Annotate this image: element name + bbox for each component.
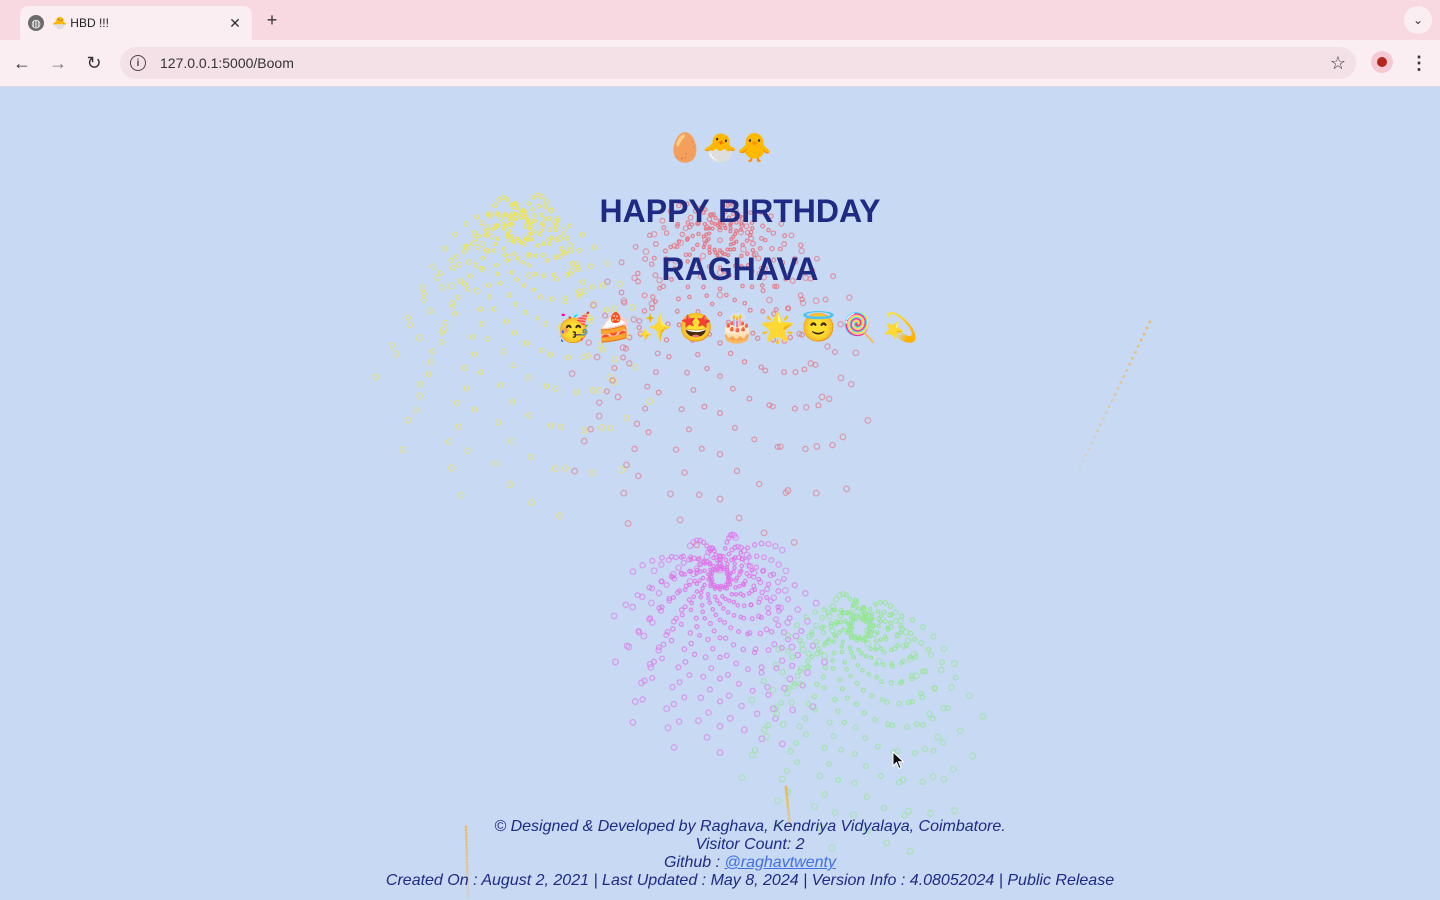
reload-icon[interactable]: ↻ xyxy=(82,51,106,75)
plus-icon[interactable]: + xyxy=(262,10,282,30)
footer: © Designed & Developed by Raghava, Kendr… xyxy=(0,818,1440,890)
footer-credit: © Designed & Developed by Raghava, Kendr… xyxy=(494,818,1006,835)
heading-name: RAGHAVA xyxy=(661,251,819,287)
profile-icon[interactable] xyxy=(1371,51,1393,73)
kebab-menu-icon[interactable]: ⋮ xyxy=(1408,51,1430,75)
close-icon[interactable]: ✕ xyxy=(226,14,244,32)
firework-green xyxy=(738,590,987,855)
info-icon[interactable]: i xyxy=(130,55,146,71)
globe-icon: ◍ xyxy=(28,15,44,31)
footer-info: Created On : August 2, 2021 | Last Updat… xyxy=(385,872,1115,889)
github-line: Github : @raghavtwenty xyxy=(0,854,1440,872)
browser-toolbar: ← → ↻ i 127.0.0.1:5000/Boom ☆ ⋮ xyxy=(0,40,1440,87)
url-text[interactable]: 127.0.0.1:5000/Boom xyxy=(160,55,1330,71)
back-arrow-icon[interactable]: ← xyxy=(10,51,34,75)
address-bar[interactable]: i 127.0.0.1:5000/Boom ☆ xyxy=(120,47,1356,79)
browser-tab[interactable]: ◍ 🐣 HBD !!! ✕ xyxy=(20,6,252,40)
visitor-count: Visitor Count: 2 xyxy=(695,836,805,853)
github-link[interactable]: @raghavtwenty xyxy=(725,854,836,871)
firework-yellow xyxy=(372,192,654,519)
star-icon[interactable]: ☆ xyxy=(1330,53,1346,74)
github-label: Github : xyxy=(664,854,725,871)
firework-pink xyxy=(610,531,828,757)
tab-title: 🐣 HBD !!! xyxy=(52,16,109,30)
heading-happy-birthday: HAPPY BIRTHDAY xyxy=(599,193,881,229)
chevron-down-icon[interactable]: ⌄ xyxy=(1404,6,1432,34)
tab-strip: ◍ 🐣 HBD !!! ✕ + ⌄ xyxy=(0,0,1440,40)
forward-arrow-icon[interactable]: → xyxy=(46,51,70,75)
mouse-cursor-icon xyxy=(892,751,905,770)
emoji-row: 🥳🍰✨🤩🎂🌟😇🍭💫 xyxy=(556,312,924,343)
chick-emojis: 🥚🐣🐥 xyxy=(667,132,773,163)
page-content: 🥚🐣🐥 HAPPY BIRTHDAY RAGHAVA 🥳🍰✨🤩🎂🌟😇🍭💫 © D… xyxy=(0,87,1440,900)
